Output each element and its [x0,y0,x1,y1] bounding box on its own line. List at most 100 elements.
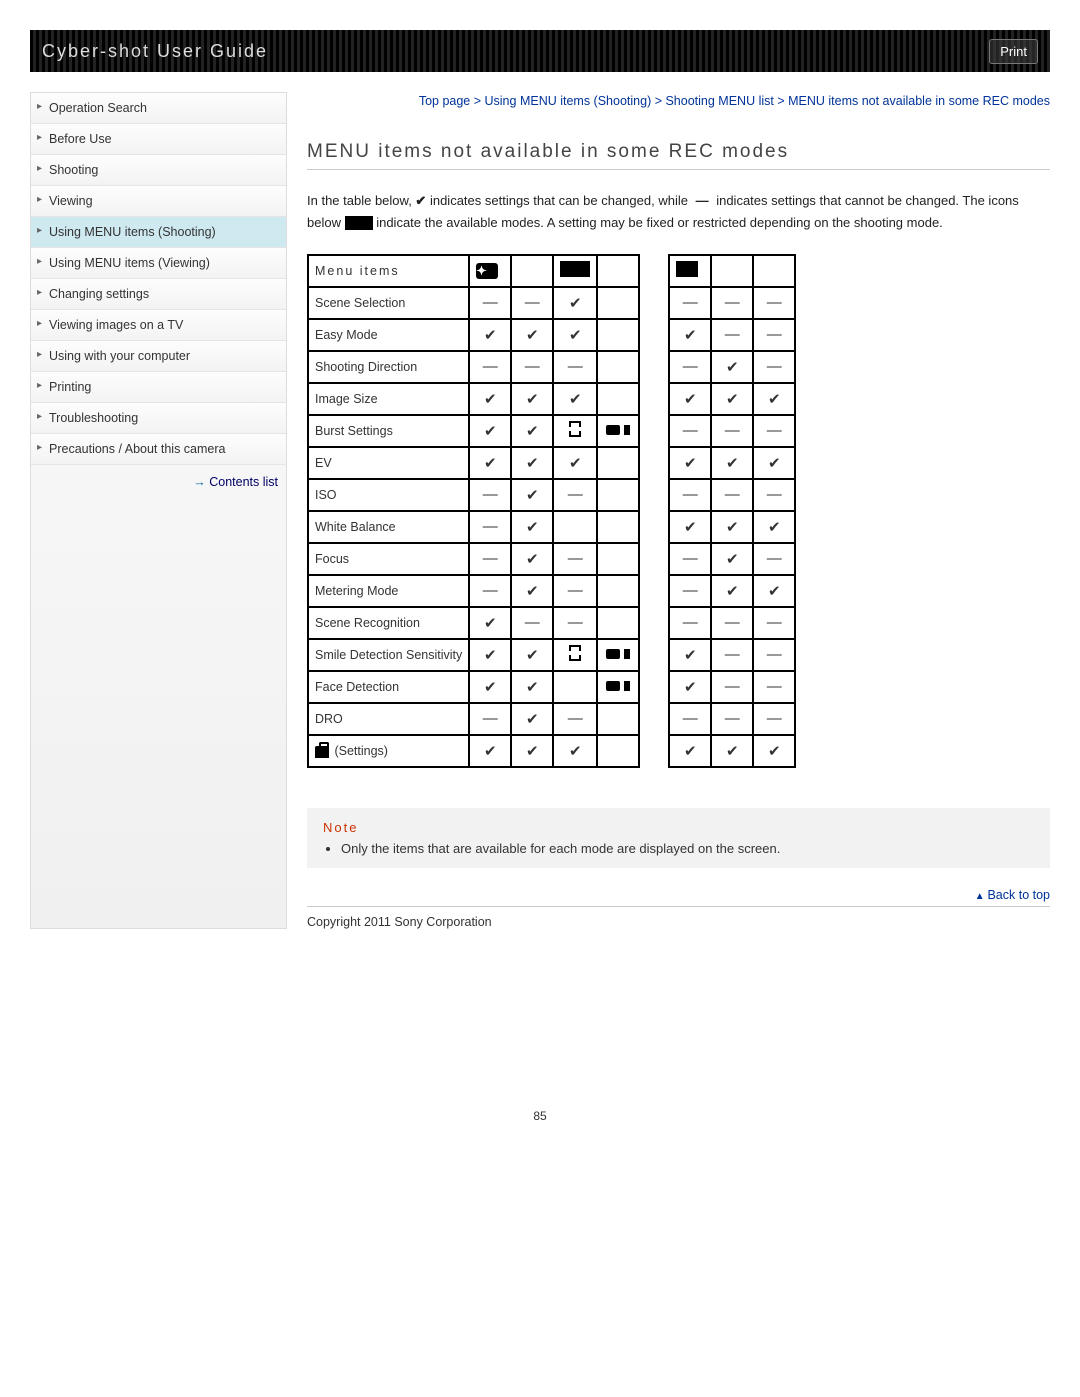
table-cell: — [753,479,795,511]
table-cell: — [753,639,795,671]
table-cell [597,479,639,511]
table-cell: ✔ [511,447,553,479]
sidebar-item[interactable]: Printing [31,372,286,403]
table-cell: ✔ [753,575,795,607]
table-cell [597,703,639,735]
table-cell [597,671,639,703]
sidebar-item[interactable]: Changing settings [31,279,286,310]
table-cell: — [469,351,511,383]
table-cell: ✔ [511,575,553,607]
sidebar-item[interactable]: Viewing images on a TV [31,310,286,341]
table-cell: ✔ [669,735,711,767]
table-cell: — [469,479,511,511]
mode-col-3 [553,255,597,287]
table-cell: ✔ [511,703,553,735]
table-cell: ✔ [511,671,553,703]
table-cell: — [753,703,795,735]
sidebar-item[interactable]: Viewing [31,186,286,217]
table-cell [597,639,639,671]
row-label: White Balance [308,511,469,543]
sidebar-item[interactable]: Operation Search [31,93,286,124]
table-cell: — [711,415,753,447]
sidebar-item[interactable]: Using with your computer [31,341,286,372]
table-cell: — [753,607,795,639]
table-row: ISO—✔———— [308,479,795,511]
table-cell: — [553,575,597,607]
settings-icon [315,746,329,758]
table-cell: — [469,287,511,319]
table-cell: ✔ [711,735,753,767]
table-cell: ✔ [511,543,553,575]
table-cell: ✔ [511,735,553,767]
table-row: White Balance—✔✔✔✔ [308,511,795,543]
sidebar-item[interactable]: Using MENU items (Shooting) [31,217,286,248]
table-row: Face Detection✔✔ ✔—— [308,671,795,703]
table-cell: — [669,415,711,447]
table-cell: — [553,607,597,639]
table-cell [553,415,597,447]
table-cell: — [711,319,753,351]
table-row: Burst Settings✔✔ ——— [308,415,795,447]
table-cell: — [511,351,553,383]
table-cell: ✔ [511,319,553,351]
table-row: (Settings)✔✔✔✔✔✔ [308,735,795,767]
table-cell: ✔ [669,383,711,415]
table-cell: — [553,479,597,511]
table-cell: — [469,511,511,543]
table-cell: — [669,703,711,735]
table-row: Shooting Direction————✔— [308,351,795,383]
table-cell: ✔ [511,415,553,447]
row-label: Smile Detection Sensitivity [308,639,469,671]
copyright: Copyright 2011 Sony Corporation [307,906,1050,929]
table-cell: ✔ [469,639,511,671]
table-cell: — [753,351,795,383]
table-row: Focus—✔——✔— [308,543,795,575]
table-cell: ✔ [553,447,597,479]
table-cell: ✔ [711,543,753,575]
table-cell: ✔ [553,383,597,415]
table-cell: ✔ [511,479,553,511]
table-cell [597,575,639,607]
page-number: 85 [30,1109,1050,1123]
row-label: Scene Selection [308,287,469,319]
table-cell: ✔ [669,671,711,703]
sidebar-item[interactable]: Precautions / About this camera [31,434,286,465]
page-title: MENU items not available in some REC mod… [307,141,1050,170]
header-menu-items: Menu items [308,255,469,287]
table-cell: — [469,703,511,735]
table-cell: ✔ [753,511,795,543]
note-title: Note [323,820,1034,835]
table-cell [597,511,639,543]
breadcrumb[interactable]: Top page > Using MENU items (Shooting) >… [307,92,1050,111]
sidebar-item[interactable]: Shooting [31,155,286,186]
table-cell: — [711,607,753,639]
sidebar-item[interactable]: Using MENU items (Viewing) [31,248,286,279]
header-bar: Cyber-shot User Guide Print [30,30,1050,72]
table-cell: ✔ [511,383,553,415]
table-row: Scene Recognition✔————— [308,607,795,639]
table-cell: — [669,479,711,511]
print-button[interactable]: Print [989,39,1038,64]
table-cell: — [669,543,711,575]
table-cell [597,287,639,319]
table-cell: — [553,351,597,383]
sidebar-item[interactable]: Before Use [31,124,286,155]
table-cell [597,351,639,383]
row-label: Metering Mode [308,575,469,607]
table-cell: — [669,351,711,383]
table-cell: — [511,287,553,319]
mode-col-4 [597,255,639,287]
row-label: Shooting Direction [308,351,469,383]
table-cell: — [711,703,753,735]
table-cell: ✔ [511,511,553,543]
table-cell [553,511,597,543]
back-to-top-link[interactable]: Back to top [307,888,1050,902]
intro-text: indicate the available modes. A setting … [376,215,943,230]
sidebar-item[interactable]: Troubleshooting [31,403,286,434]
table-cell: ✔ [553,319,597,351]
contents-list-link[interactable]: Contents list [31,465,286,499]
row-label: ISO [308,479,469,511]
table-cell: — [753,287,795,319]
table-cell: ✔ [669,319,711,351]
note-item: Only the items that are available for ea… [341,841,1034,856]
